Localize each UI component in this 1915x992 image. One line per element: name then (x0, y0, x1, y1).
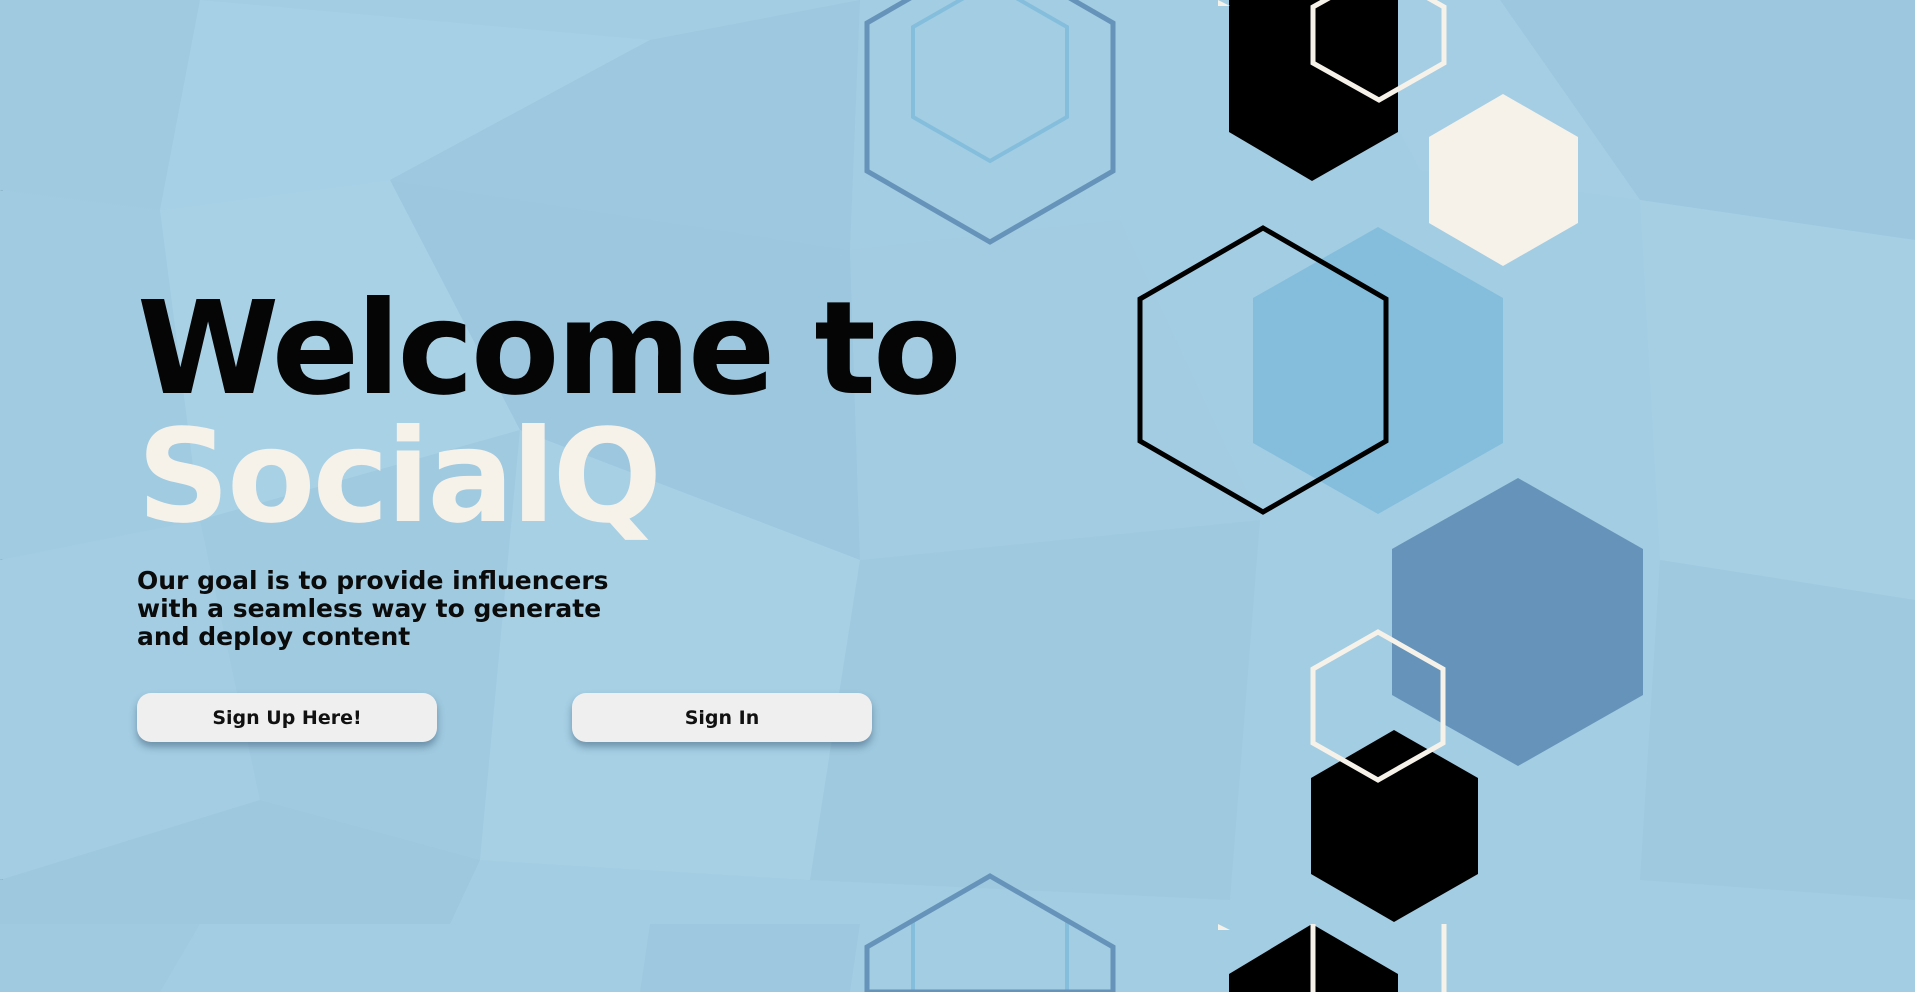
hexagon-icon (1218, 0, 1230, 6)
hero-title-brand: SocialQ (137, 402, 662, 552)
hero-section: Welcome to SocialQ Our goal is to provid… (137, 274, 962, 676)
hero-tagline: Our goal is to provide influencers with … (137, 566, 609, 651)
sign-in-button[interactable]: Sign In (572, 693, 872, 742)
hexagon-icon (864, 0, 1116, 245)
hexagon-icon (1392, 478, 1643, 766)
hexagon-icon (1253, 227, 1503, 514)
hexagon-icon (911, 0, 1069, 164)
hero-title-welcome: Welcome to (137, 274, 962, 424)
sign-up-button[interactable]: Sign Up Here! (137, 693, 437, 742)
